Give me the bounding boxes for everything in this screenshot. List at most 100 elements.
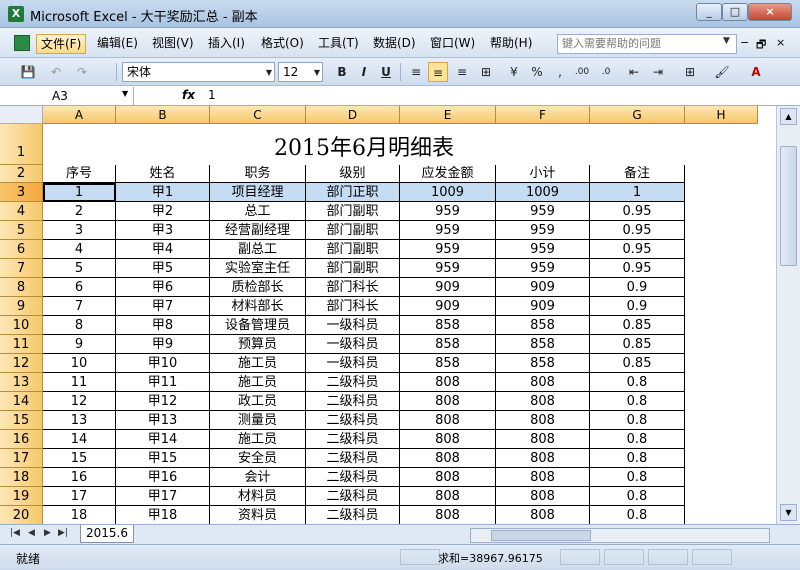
increase-indent-icon[interactable]: ⇥ (648, 62, 668, 82)
close-button[interactable]: × (748, 3, 792, 21)
table-cell[interactable]: 0.95 (590, 240, 685, 259)
table-cell[interactable]: 959 (400, 259, 496, 278)
table-cell[interactable]: 8 (43, 316, 116, 335)
merge-center-icon[interactable]: ⊞ (476, 62, 496, 82)
menu-data[interactable]: 数据(D) (369, 34, 420, 54)
table-header-cell[interactable]: 职务 (210, 165, 306, 183)
table-cell[interactable]: 959 (496, 240, 590, 259)
table-cell[interactable]: 实验室主任 (210, 259, 306, 278)
table-cell[interactable]: 甲2 (116, 202, 210, 221)
table-cell[interactable]: 808 (400, 449, 496, 468)
row-header[interactable]: 11 (0, 335, 43, 354)
table-cell[interactable]: 施工员 (210, 373, 306, 392)
table-cell[interactable]: 959 (400, 221, 496, 240)
table-cell[interactable]: 施工员 (210, 430, 306, 449)
row-header[interactable]: 19 (0, 487, 43, 506)
table-cell[interactable]: 设备管理员 (210, 316, 306, 335)
table-cell[interactable]: 材料部长 (210, 297, 306, 316)
table-cell[interactable]: 808 (496, 468, 590, 487)
last-sheet-icon[interactable]: ▶| (58, 528, 68, 538)
decrease-indent-icon[interactable]: ⇤ (624, 62, 644, 82)
table-cell[interactable]: 会计 (210, 468, 306, 487)
undo-icon[interactable]: ↶ (46, 62, 66, 82)
table-cell[interactable]: 0.9 (590, 297, 685, 316)
table-cell[interactable]: 甲15 (116, 449, 210, 468)
table-cell[interactable]: 1009 (496, 183, 590, 202)
scroll-thumb[interactable] (491, 530, 591, 541)
chevron-down-icon[interactable]: ▼ (122, 89, 128, 98)
table-cell[interactable]: 0.95 (590, 221, 685, 240)
vertical-scrollbar[interactable]: ▲ ▼ (776, 106, 800, 524)
function-icon[interactable]: fx (182, 88, 195, 102)
row-header[interactable]: 12 (0, 354, 43, 373)
table-header-cell[interactable]: 序号 (43, 165, 116, 183)
row-header[interactable]: 6 (0, 240, 43, 259)
table-cell[interactable]: 9 (43, 335, 116, 354)
align-center-icon[interactable]: ≡ (428, 62, 448, 82)
row-header[interactable]: 16 (0, 430, 43, 449)
table-cell[interactable]: 0.8 (590, 449, 685, 468)
table-cell[interactable]: 二级科员 (306, 411, 400, 430)
increase-decimal-icon[interactable]: .00 (572, 62, 592, 82)
table-cell[interactable]: 858 (400, 335, 496, 354)
menu-file[interactable]: 文件(F) (36, 34, 87, 54)
table-cell[interactable]: 858 (400, 354, 496, 373)
table-cell[interactable]: 经营副经理 (210, 221, 306, 240)
table-cell[interactable]: 材料员 (210, 487, 306, 506)
row-header[interactable]: 14 (0, 392, 43, 411)
name-box[interactable]: A3 (10, 87, 134, 105)
formula-input[interactable]: 1 (208, 88, 216, 102)
row-header[interactable]: 2 (0, 165, 43, 183)
menu-help[interactable]: 帮助(H) (486, 34, 536, 54)
table-cell[interactable]: 甲6 (116, 278, 210, 297)
menu-edit[interactable]: 编辑(E) (93, 34, 142, 54)
table-cell[interactable]: 959 (400, 240, 496, 259)
table-header-cell[interactable]: 应发金额 (400, 165, 496, 183)
table-cell[interactable]: 部门正职 (306, 183, 400, 202)
table-cell[interactable]: 安全员 (210, 449, 306, 468)
table-cell[interactable]: 甲7 (116, 297, 210, 316)
table-cell[interactable]: 909 (496, 297, 590, 316)
table-cell[interactable]: 资料员 (210, 506, 306, 524)
table-cell[interactable]: 5 (43, 259, 116, 278)
row-header[interactable]: 5 (0, 221, 43, 240)
column-header-h[interactable]: H (685, 106, 758, 124)
table-cell[interactable]: 858 (400, 316, 496, 335)
table-cell[interactable]: 甲9 (116, 335, 210, 354)
redo-icon[interactable]: ↷ (72, 62, 92, 82)
maximize-button[interactable]: □ (722, 3, 748, 21)
table-cell[interactable]: 909 (496, 278, 590, 297)
row-header[interactable]: 9 (0, 297, 43, 316)
table-cell[interactable]: 0.8 (590, 430, 685, 449)
table-cell[interactable]: 0.85 (590, 354, 685, 373)
table-header-cell[interactable]: 姓名 (116, 165, 210, 183)
table-cell[interactable]: 甲14 (116, 430, 210, 449)
percent-button[interactable]: % (527, 62, 547, 82)
table-cell[interactable]: 808 (496, 392, 590, 411)
scroll-up-icon[interactable]: ▲ (780, 108, 797, 125)
help-search-input[interactable]: 键入需要帮助的问题 (557, 34, 737, 54)
table-cell[interactable]: 0.8 (590, 373, 685, 392)
row-header[interactable]: 20 (0, 506, 43, 524)
table-cell[interactable]: 13 (43, 411, 116, 430)
table-cell[interactable]: 959 (496, 202, 590, 221)
menu-view[interactable]: 视图(V) (148, 34, 198, 54)
table-cell[interactable]: 0.95 (590, 202, 685, 221)
table-cell[interactable]: 二级科员 (306, 506, 400, 524)
table-cell[interactable]: 政工员 (210, 392, 306, 411)
table-cell[interactable]: 二级科员 (306, 373, 400, 392)
table-cell[interactable]: 808 (400, 487, 496, 506)
decrease-decimal-icon[interactable]: .0 (596, 62, 616, 82)
scroll-down-icon[interactable]: ▼ (780, 504, 797, 521)
table-cell[interactable]: 质检部长 (210, 278, 306, 297)
table-cell[interactable]: 959 (496, 221, 590, 240)
table-cell[interactable]: 0.8 (590, 487, 685, 506)
table-cell[interactable]: 预算员 (210, 335, 306, 354)
table-header-cell[interactable]: 备注 (590, 165, 685, 183)
bold-button[interactable]: B (332, 62, 352, 82)
table-cell[interactable]: 808 (496, 449, 590, 468)
table-cell[interactable]: 14 (43, 430, 116, 449)
row-header[interactable]: 4 (0, 202, 43, 221)
table-cell[interactable]: 0.8 (590, 392, 685, 411)
table-cell[interactable]: 一级科员 (306, 316, 400, 335)
